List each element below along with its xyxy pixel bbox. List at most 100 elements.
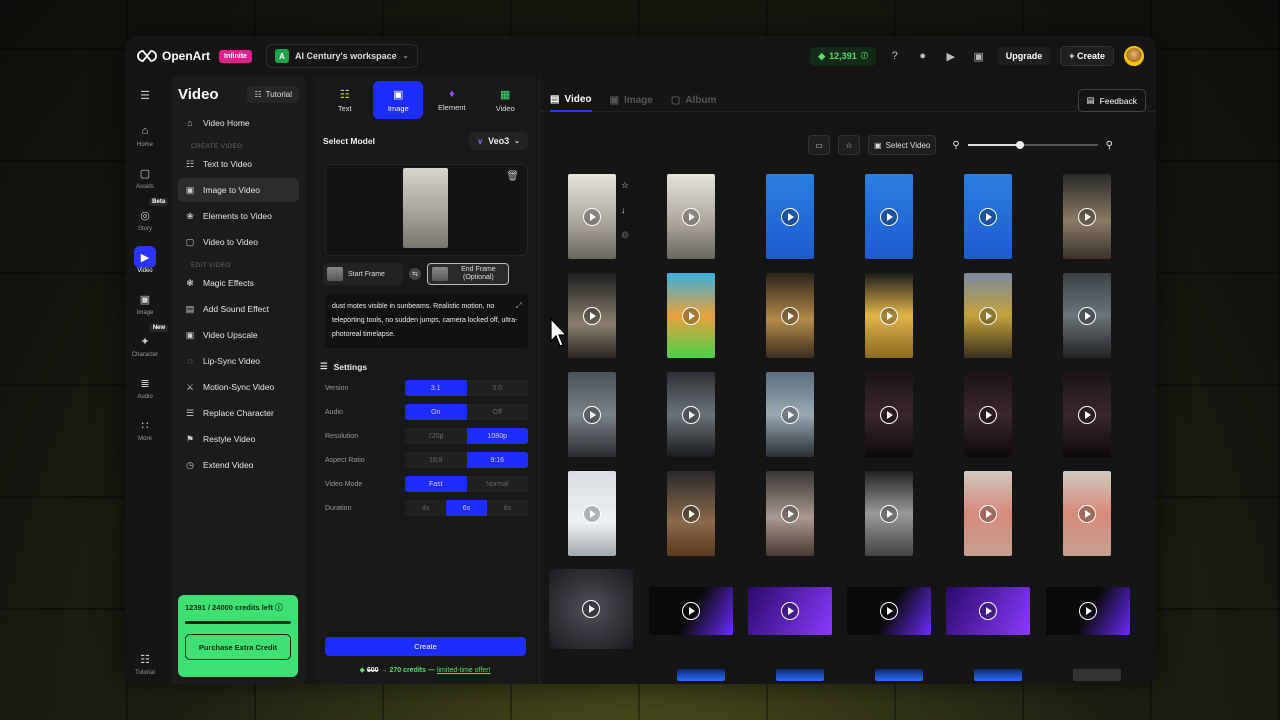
video-thumbnail[interactable] [667, 471, 715, 556]
create-button[interactable]: + Create [1060, 46, 1114, 66]
play-icon[interactable] [682, 207, 700, 226]
video-thumbnail-partial[interactable] [974, 669, 1022, 681]
video-thumbnail[interactable] [667, 174, 715, 259]
help-icon[interactable]: ? [886, 47, 904, 65]
tab-text[interactable]: ☷ Text [320, 81, 370, 119]
video-thumbnail[interactable] [568, 174, 616, 259]
option-30[interactable]: 3.0 [467, 380, 529, 396]
play-icon[interactable] [781, 504, 799, 523]
purchase-credit-button[interactable]: Purchase Extra Credit [185, 634, 291, 660]
nav-add-sound-effect[interactable]: ▤ Add Sound Effect [178, 297, 299, 321]
zoom-in-icon[interactable]: ⚲ [1106, 140, 1113, 151]
play-icon[interactable] [682, 306, 700, 325]
nav-extend-video[interactable]: ◷ Extend Video [178, 453, 299, 477]
video-thumbnail[interactable] [865, 174, 913, 259]
rail-item-character[interactable]: ✦ Character New [132, 324, 169, 358]
nav-text-to-video[interactable]: ☷ Text to Video [178, 152, 299, 176]
video-thumbnail[interactable] [1063, 174, 1111, 259]
play-icon[interactable] [979, 207, 997, 226]
frame-preview[interactable]: 🗑 [325, 164, 528, 256]
generate-button[interactable]: Create [325, 637, 526, 656]
video-thumbnail[interactable] [667, 372, 715, 457]
rail-item-assets[interactable]: ▢ Assets [132, 162, 158, 191]
video-thumbnail-partial[interactable] [1073, 669, 1121, 681]
gift-icon[interactable]: ▣ [970, 47, 988, 65]
video-thumbnail[interactable] [667, 273, 715, 358]
nav-video-upscale[interactable]: ▣ Video Upscale [178, 323, 299, 347]
video-thumbnail-wide[interactable] [946, 587, 1030, 635]
zoom-knob[interactable] [1015, 141, 1024, 149]
play-icon[interactable] [583, 405, 601, 424]
video-thumbnail-partial[interactable] [677, 669, 725, 681]
zoom-out-icon[interactable]: ⚲ [952, 140, 959, 151]
play-icon[interactable] [583, 306, 601, 325]
nav-lip-sync-video[interactable]: ◌ Lip-Sync Video [178, 349, 299, 373]
video-thumbnail-wide[interactable] [549, 569, 633, 649]
video-thumbnail[interactable] [964, 471, 1012, 556]
play-icon[interactable] [583, 207, 601, 226]
brand-logo[interactable]: OpenArt Infinite [137, 49, 252, 63]
option-1080p[interactable]: 1080p [466, 428, 528, 444]
zoom-slider[interactable] [967, 141, 1098, 149]
play-icon[interactable] [880, 504, 898, 523]
option-off[interactable]: Off [467, 404, 529, 420]
expand-icon[interactable]: ⤢ [516, 299, 522, 313]
play-icon[interactable] [583, 504, 601, 523]
video-thumbnail-partial[interactable] [875, 669, 923, 681]
option-916[interactable]: 9:16 [466, 452, 528, 468]
play-icon[interactable] [979, 405, 997, 424]
gallery-tab-video[interactable]: ▤ Video [550, 90, 592, 112]
trash-icon[interactable]: ♲ [621, 230, 629, 241]
rail-item-tutorial[interactable]: ☷ Tutorial [134, 648, 156, 677]
video-thumbnail[interactable] [964, 372, 1012, 457]
tutorial-button[interactable]: ☷ Tutorial [247, 86, 299, 103]
video-thumbnail[interactable] [865, 372, 913, 457]
video-thumbnail[interactable] [1063, 372, 1111, 457]
play-icon[interactable] [1079, 602, 1097, 620]
video-thumbnail[interactable] [568, 273, 616, 358]
avatar[interactable] [1124, 46, 1144, 66]
play-icon[interactable] [1078, 306, 1096, 325]
rail-item-story[interactable]: ◎ Story Beta [132, 198, 169, 232]
option-31[interactable]: 3.1 [405, 380, 467, 396]
option-fast[interactable]: Fast [405, 476, 467, 492]
nav-elements-to-video[interactable]: ❀ Elements to Video [178, 204, 299, 228]
nav-motion-sync-video[interactable]: ⚔ Motion-Sync Video [178, 375, 299, 399]
option-4s[interactable]: 4s [405, 500, 446, 516]
play-icon[interactable] [1078, 504, 1096, 523]
gallery-tab-image[interactable]: ▣ Image [610, 90, 653, 112]
play-icon[interactable] [880, 602, 898, 620]
video-thumbnail-wide[interactable] [847, 587, 931, 635]
video-thumbnail[interactable] [766, 471, 814, 556]
video-thumbnail[interactable] [766, 372, 814, 457]
option-720p[interactable]: 720p [405, 428, 467, 444]
video-thumbnail[interactable] [964, 273, 1012, 358]
play-icon[interactable] [781, 306, 799, 325]
nav-video-to-video[interactable]: ▢ Video to Video [178, 230, 299, 254]
credits-badge[interactable]: ◆ 12,391 ⓘ [810, 46, 876, 66]
video-thumbnail[interactable] [865, 273, 913, 358]
video-thumbnail-wide[interactable] [1046, 587, 1130, 635]
tab-image[interactable]: ▣ Image [373, 81, 424, 119]
select-video-button[interactable]: ▣ Select Video [868, 135, 937, 155]
star-icon[interactable]: ☆ [621, 180, 629, 191]
nav-replace-character[interactable]: ☰ Replace Character [178, 401, 299, 425]
play-icon[interactable] [979, 602, 997, 620]
video-thumbnail-partial[interactable] [776, 669, 824, 681]
option-normal[interactable]: Normal [467, 476, 529, 492]
option-169[interactable]: 16:9 [405, 452, 467, 468]
video-thumbnail[interactable] [1063, 273, 1111, 358]
play-icon[interactable] [880, 207, 898, 226]
tab-video[interactable]: ▦ Video [480, 81, 530, 119]
swap-icon[interactable]: ⇆ [409, 268, 421, 280]
video-thumbnail-wide[interactable] [649, 587, 733, 635]
play-icon[interactable] [979, 504, 997, 523]
discord-icon[interactable]: ● [914, 47, 932, 65]
video-thumbnail[interactable] [568, 471, 616, 556]
rail-item-home[interactable]: ⌂ Home [132, 120, 158, 148]
video-thumbnail[interactable] [1063, 471, 1111, 556]
video-thumbnail[interactable] [865, 471, 913, 556]
option-on[interactable]: On [405, 404, 467, 420]
prompt-textarea[interactable]: dust motes visible in sunbeams. Realisti… [325, 294, 528, 348]
nav-video-home[interactable]: ⌂ Video Home [178, 111, 299, 135]
